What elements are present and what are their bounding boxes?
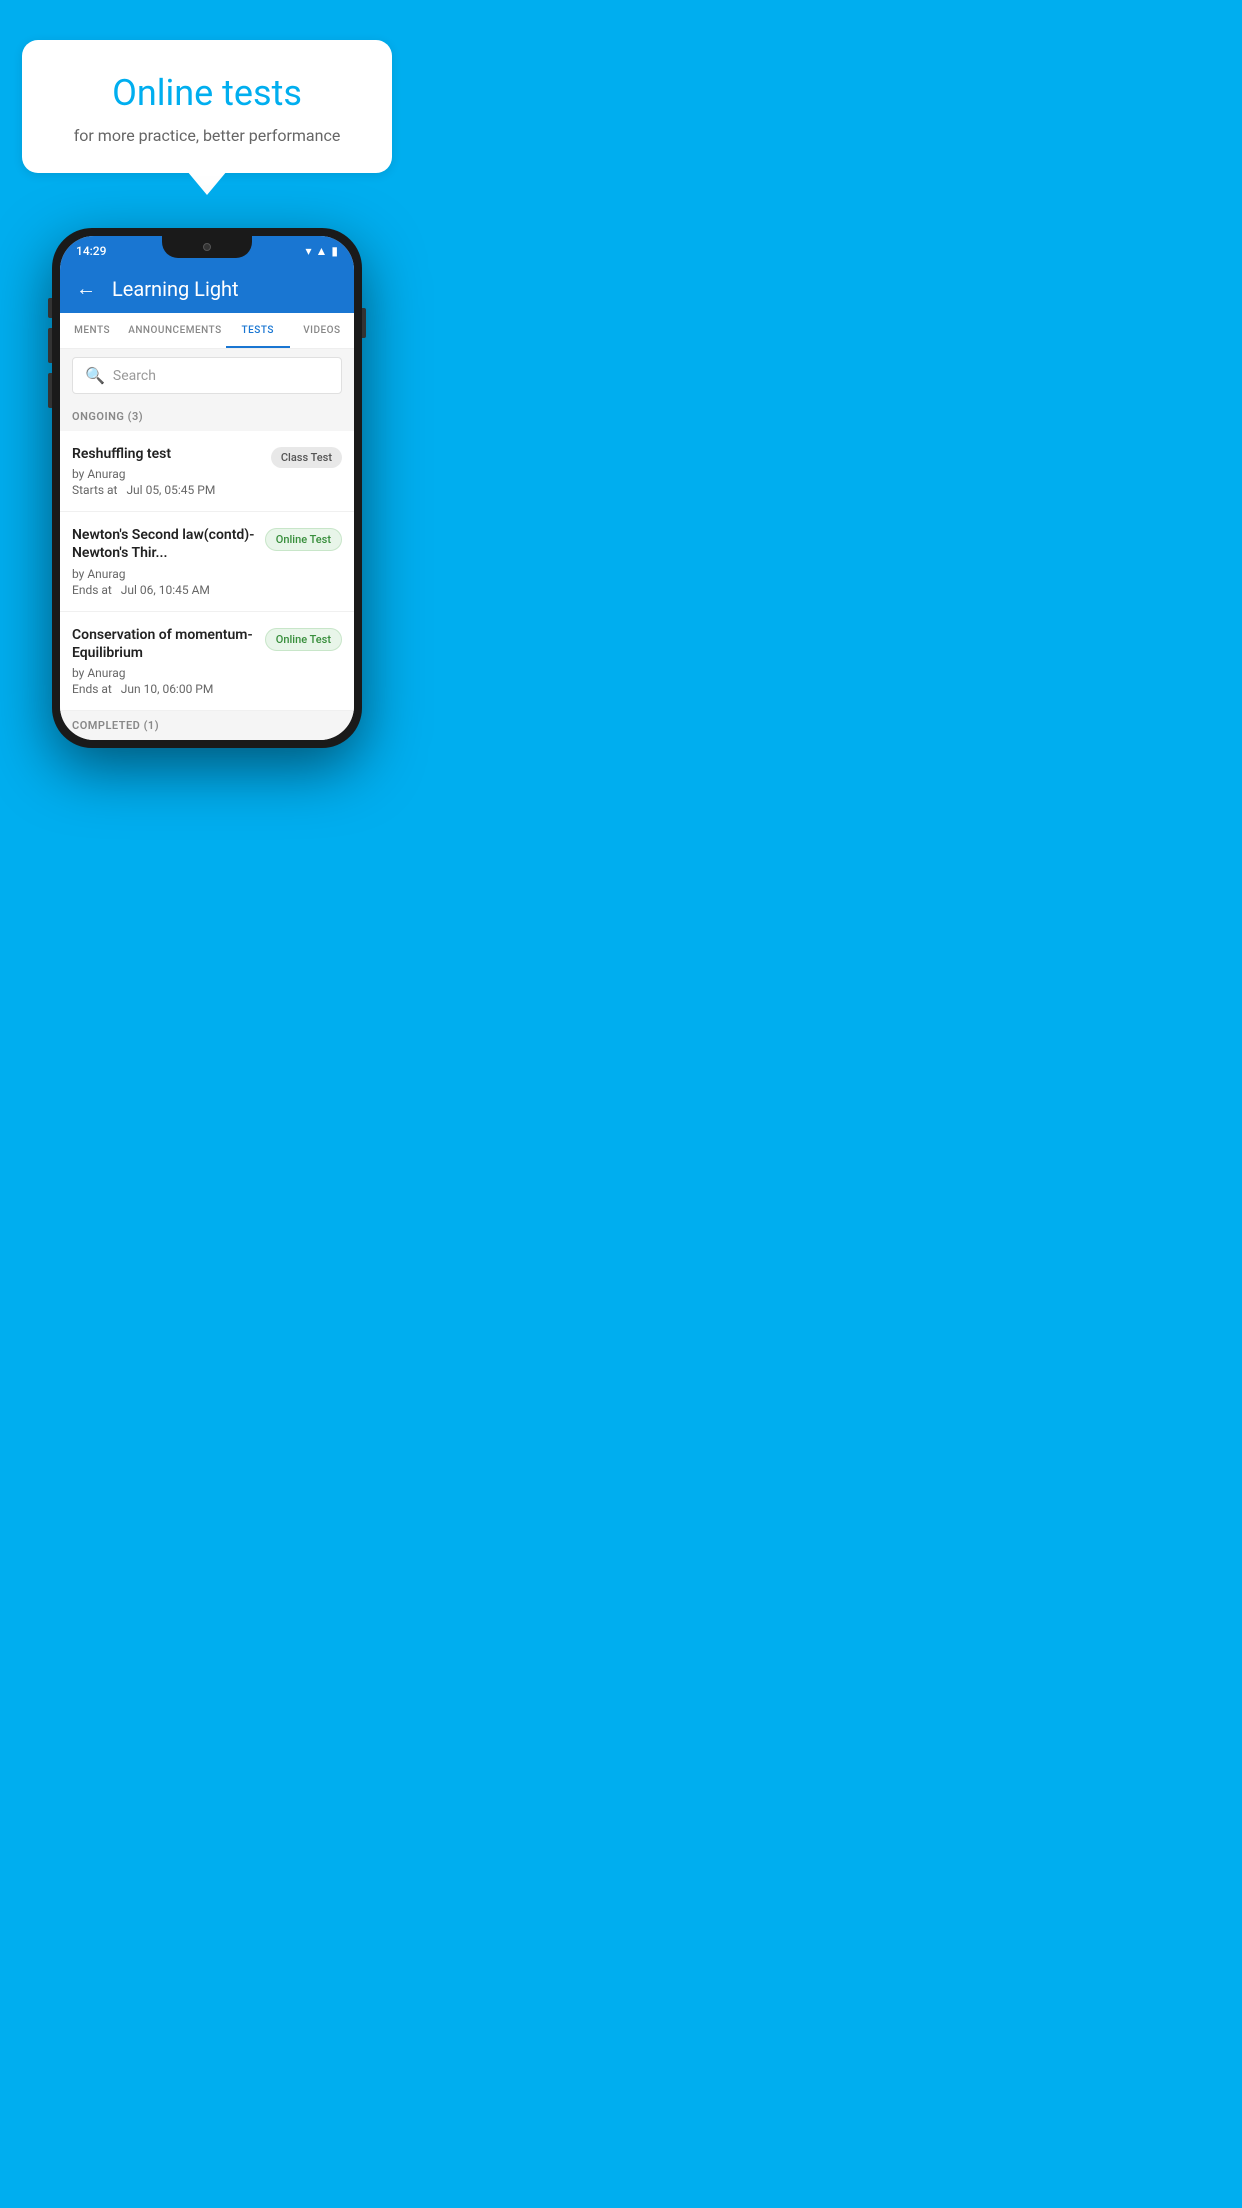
top-area: Online tests for more practice, better p… bbox=[0, 0, 414, 173]
front-camera bbox=[203, 243, 211, 251]
test-item-3[interactable]: Conservation of momentum-Equilibrium by … bbox=[60, 612, 354, 711]
test-name-1: Reshuffling test bbox=[72, 445, 263, 463]
test-author-3: by Anurag bbox=[72, 666, 257, 680]
test-date-2: Ends at Jul 06, 10:45 AM bbox=[72, 583, 257, 597]
search-placeholder: Search bbox=[113, 368, 156, 384]
test-info-2: Newton's Second law(contd)-Newton's Thir… bbox=[72, 526, 265, 596]
test-name-2: Newton's Second law(contd)-Newton's Thir… bbox=[72, 526, 257, 562]
test-date-3: Ends at Jun 10, 06:00 PM bbox=[72, 682, 257, 696]
tab-videos[interactable]: VIDEOS bbox=[290, 313, 354, 348]
phone-mockup: 14:29 ▾ ▲ ▮ ← Learning Light MENTS ANNOU… bbox=[52, 228, 362, 748]
power-button bbox=[362, 308, 366, 338]
test-badge-3: Online Test bbox=[265, 628, 342, 651]
test-info-1: Reshuffling test by Anurag Starts at Jul… bbox=[72, 445, 271, 497]
test-author-2: by Anurag bbox=[72, 567, 257, 581]
bubble-subtitle: for more practice, better performance bbox=[52, 126, 362, 145]
volume-down-button bbox=[48, 373, 52, 408]
test-badge-2: Online Test bbox=[265, 528, 342, 551]
volume-up-button bbox=[48, 328, 52, 363]
search-bar[interactable]: 🔍 Search bbox=[72, 357, 342, 394]
test-author-1: by Anurag bbox=[72, 467, 263, 481]
phone-notch bbox=[162, 236, 252, 258]
completed-section-header: COMPLETED (1) bbox=[60, 711, 354, 740]
test-info-3: Conservation of momentum-Equilibrium by … bbox=[72, 626, 265, 696]
status-icons: ▾ ▲ ▮ bbox=[305, 244, 338, 258]
tab-announcements[interactable]: ANNOUNCEMENTS bbox=[124, 313, 225, 348]
tab-tests[interactable]: TESTS bbox=[226, 313, 290, 348]
app-header: ← Learning Light bbox=[60, 264, 354, 313]
battery-icon: ▮ bbox=[331, 244, 338, 258]
speech-bubble: Online tests for more practice, better p… bbox=[22, 40, 392, 173]
back-button[interactable]: ← bbox=[76, 276, 96, 301]
phone-screen: 14:29 ▾ ▲ ▮ ← Learning Light MENTS ANNOU… bbox=[60, 236, 354, 740]
test-date-1: Starts at Jul 05, 05:45 PM bbox=[72, 483, 263, 497]
test-name-3: Conservation of momentum-Equilibrium bbox=[72, 626, 257, 662]
test-item-1[interactable]: Reshuffling test by Anurag Starts at Jul… bbox=[60, 431, 354, 512]
signal-icon: ▲ bbox=[316, 244, 328, 258]
search-container: 🔍 Search bbox=[60, 349, 354, 402]
silent-button bbox=[48, 298, 52, 318]
status-time: 14:29 bbox=[76, 244, 106, 258]
test-item-2[interactable]: Newton's Second law(contd)-Newton's Thir… bbox=[60, 512, 354, 611]
bubble-title: Online tests bbox=[52, 72, 362, 114]
app-title: Learning Light bbox=[112, 277, 239, 301]
test-badge-1: Class Test bbox=[271, 447, 342, 468]
ongoing-section-header: ONGOING (3) bbox=[60, 402, 354, 431]
tab-ments[interactable]: MENTS bbox=[60, 313, 124, 348]
wifi-icon: ▾ bbox=[305, 244, 311, 258]
tab-bar: MENTS ANNOUNCEMENTS TESTS VIDEOS bbox=[60, 313, 354, 349]
phone-outer: 14:29 ▾ ▲ ▮ ← Learning Light MENTS ANNOU… bbox=[52, 228, 362, 748]
search-icon: 🔍 bbox=[85, 366, 105, 385]
